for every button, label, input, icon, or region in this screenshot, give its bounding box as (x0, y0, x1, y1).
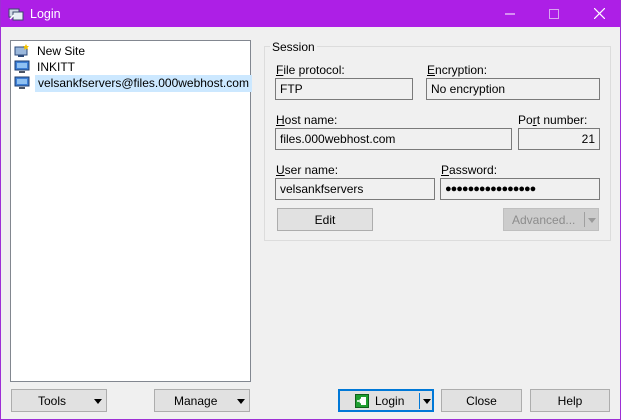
close-window-button[interactable] (576, 0, 620, 27)
manage-button-label: Manage (174, 393, 218, 408)
chevron-down-icon (94, 399, 102, 404)
login-button-label: Login (375, 393, 405, 408)
computer-icon (14, 60, 30, 73)
close-icon (593, 8, 605, 19)
window-title: Login (30, 6, 61, 21)
minimize-icon (505, 13, 515, 14)
host-name-input[interactable]: files.000webhost.com (275, 128, 512, 150)
session-group-title: Session (270, 40, 317, 54)
tree-item-velsankfservers[interactable]: velsankfservers@files.000webhost.com (14, 74, 252, 92)
computer-icon (14, 76, 30, 89)
tools-button[interactable]: Tools (11, 389, 107, 412)
edit-button[interactable]: Edit (277, 208, 373, 231)
chevron-down-icon (237, 399, 245, 404)
split-divider (419, 393, 420, 409)
maximize-icon (549, 8, 559, 19)
password-input[interactable]: ●●●●●●●●●●●●●●●● (440, 178, 600, 200)
new-site-icon (14, 44, 29, 57)
file-protocol-select[interactable]: FTP (275, 78, 413, 100)
port-number-label: Port number: (518, 113, 588, 127)
host-name-label: Host name: (276, 113, 338, 127)
tree-item-label: velsankfservers@files.000webhost.com (35, 74, 252, 92)
user-name-input[interactable]: velsankfservers (275, 178, 435, 200)
login-button[interactable]: Login (338, 389, 434, 412)
password-label: Password: (441, 163, 498, 177)
tools-button-label: Tools (38, 393, 67, 408)
login-window: Login New Site INKITT velsankfservers@fi… (0, 0, 621, 420)
winscp-app-icon (8, 8, 24, 20)
title-bar[interactable]: Login (1, 0, 620, 27)
close-button-label: Close (466, 393, 497, 408)
encryption-select[interactable]: No encryption (426, 78, 600, 100)
maximize-button[interactable] (531, 0, 577, 27)
split-divider (584, 212, 585, 227)
tree-item-inkitt[interactable]: INKITT (14, 59, 77, 75)
advanced-button-label: Advanced... (512, 212, 576, 227)
help-button[interactable]: Help (530, 389, 610, 412)
login-icon (355, 393, 369, 408)
chevron-down-icon (423, 399, 431, 404)
user-name-label: User name: (276, 163, 339, 177)
port-number-input[interactable]: 21 (518, 128, 600, 150)
advanced-button[interactable]: Advanced... (503, 208, 599, 231)
edit-button-label: Edit (314, 212, 336, 227)
chevron-down-icon (588, 218, 596, 223)
tree-item-label: New Site (37, 43, 86, 58)
file-protocol-label: File protocol: (276, 63, 345, 77)
manage-button[interactable]: Manage (154, 389, 250, 412)
minimize-button[interactable] (487, 0, 533, 27)
help-button-label: Help (557, 393, 583, 408)
tree-item-label: INKITT (37, 59, 75, 74)
tree-item-new-site[interactable]: New Site (14, 43, 87, 59)
encryption-label: Encryption: (427, 63, 488, 77)
close-button[interactable]: Close (441, 389, 522, 412)
site-tree[interactable]: New Site INKITT velsankfservers@files.00… (10, 40, 252, 382)
